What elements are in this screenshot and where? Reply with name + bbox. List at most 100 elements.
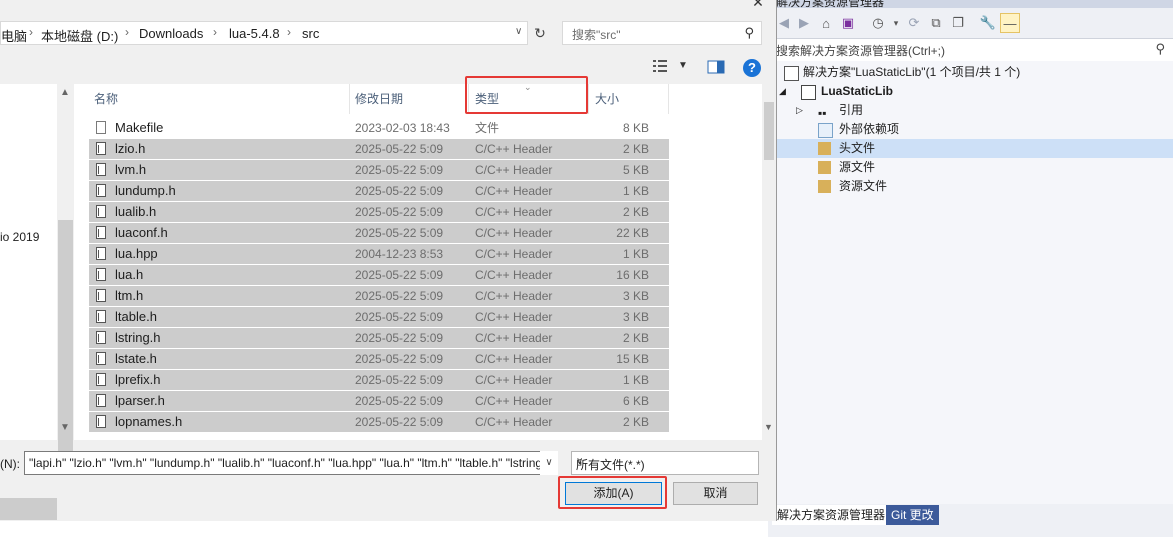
breadcrumb-downloads[interactable]: Downloads (139, 26, 203, 41)
nav-item-selected[interactable] (0, 498, 57, 520)
help-icon[interactable]: ? (743, 59, 761, 77)
tree-item-project[interactable]: ◢ LuaStaticLib (768, 82, 1173, 101)
file-list-scrollbar[interactable]: ▼ (762, 84, 776, 440)
pending-changes-filter-icon[interactable]: ◷ (868, 13, 888, 33)
column-divider[interactable] (468, 84, 469, 114)
file-row[interactable]: lzio.h 2025-05-22 5:09 C/C++ Header 2 KB (89, 139, 669, 159)
tree-item-label: 源文件 (839, 160, 876, 174)
preview-selected-icon[interactable]: — (1000, 13, 1020, 33)
tab-solution-explorer[interactable]: 解决方案资源管理器 (772, 505, 891, 525)
breadcrumb-separator-icon[interactable]: › (287, 25, 291, 39)
column-header-size[interactable]: 大小 (595, 84, 619, 114)
header-file-icon (96, 163, 106, 176)
file-row[interactable]: lprefix.h 2025-05-22 5:09 C/C++ Header 1 KB (89, 370, 669, 390)
scrollbar-thumb[interactable] (764, 102, 774, 160)
column-header-name[interactable]: 名称 (94, 84, 118, 114)
search-icon[interactable]: ⚲ (1155, 41, 1165, 57)
file-row[interactable]: lopnames.h 2025-05-22 5:09 C/C++ Header 2 K… (89, 412, 669, 432)
refresh-icon[interactable]: ↻ (529, 21, 551, 45)
tree-item-resource-files[interactable]: 资源文件 (768, 177, 1173, 196)
tree-item-header-files[interactable]: 头文件 (768, 139, 1173, 158)
view-options-dropdown-icon[interactable]: ▼ (678, 60, 688, 71)
file-name: lualib.h (115, 204, 157, 219)
column-divider[interactable] (588, 84, 589, 114)
search-icon[interactable]: ⚲ (744, 25, 754, 41)
file-row[interactable]: ltm.h 2025-05-22 5:09 C/C++ Header 3 KB (89, 286, 669, 306)
file-date: 2025-05-22 5:09 (355, 142, 444, 156)
home-icon[interactable]: ⌂ (816, 13, 836, 33)
file-type: C/C++ Header (475, 268, 553, 282)
sync-icon[interactable]: ⟳ (904, 13, 924, 33)
breadcrumb-separator-icon[interactable]: › (213, 25, 217, 39)
file-type: C/C++ Header (475, 310, 553, 324)
file-row[interactable]: luaconf.h 2025-05-22 5:09 C/C++ Header 22 K… (89, 223, 669, 243)
references-icon: ▪▪ (818, 106, 827, 120)
breadcrumb-separator-icon[interactable]: › (125, 25, 129, 39)
header-file-icon (96, 289, 106, 302)
breadcrumb-separator-icon[interactable]: › (29, 25, 33, 39)
file-row[interactable]: lundump.h 2025-05-22 5:09 C/C++ Header 1 KB (89, 181, 669, 201)
collapse-all-icon[interactable]: ⧉ (926, 13, 946, 33)
switch-views-icon[interactable]: ▣ (838, 13, 858, 33)
scroll-up-icon[interactable]: ▲ (60, 87, 70, 98)
filename-history-dropdown-icon[interactable]: ∨ (540, 451, 558, 475)
file-row[interactable]: lstring.h 2025-05-22 5:09 C/C++ Header 2 KB (89, 328, 669, 348)
change-view-icon[interactable] (652, 59, 668, 75)
breadcrumb-src[interactable]: src (302, 26, 319, 41)
file-row[interactable]: Makefile 2023-02-03 18:43 文件 8 KB (89, 118, 669, 138)
file-size: 3 KB (622, 289, 649, 303)
add-button[interactable]: 添加(A) (565, 482, 662, 505)
file-name: lua.h (115, 267, 144, 282)
file-size: 2 KB (622, 205, 649, 219)
file-name: lzio.h (115, 141, 146, 156)
file-row[interactable]: lparser.h 2025-05-22 5:09 C/C++ Header 6 KB (89, 391, 669, 411)
file-row[interactable]: lvm.h 2025-05-22 5:09 C/C++ Header 5 KB (89, 160, 669, 180)
file-type-filter-select[interactable]: 所有文件(*.*) ∨ (571, 451, 759, 475)
address-history-dropdown-icon[interactable]: ∨ (515, 26, 522, 37)
forward-icon[interactable]: ▶ (794, 13, 814, 33)
file-name: Makefile (115, 120, 164, 135)
column-header-type[interactable]: 类型 (475, 84, 499, 114)
file-name: lstring.h (115, 330, 161, 345)
tree-item-references[interactable]: ▷ ▪▪ 引用 (768, 101, 1173, 120)
file-row[interactable]: lua.hpp 2004-12-23 8:53 C/C++ Header 1 KB (89, 244, 669, 264)
file-row[interactable]: lstate.h 2025-05-22 5:09 C/C++ Header 15 KB (89, 349, 669, 369)
nav-item-visual-studio[interactable]: io 2019 (0, 230, 39, 244)
back-icon[interactable]: ◀ (774, 13, 794, 33)
header-file-icon (96, 331, 106, 344)
tree-item-solution[interactable]: 解决方案"LuaStaticLib"(1 个项目/共 1 个) (768, 63, 1173, 82)
breadcrumb-this-pc[interactable]: 电脑 (1, 26, 27, 45)
column-header-date[interactable]: 修改日期 (355, 84, 403, 114)
properties-wrench-icon[interactable]: 🔧 (978, 13, 998, 33)
filter-folder-icon (818, 161, 831, 174)
breadcrumb-drive[interactable]: 本地磁盘 (D:) (41, 26, 118, 45)
tab-git-changes[interactable]: Git 更改 (886, 505, 939, 525)
filter-dropdown-icon[interactable]: ▾ (886, 13, 906, 33)
file-row[interactable]: ltable.h 2025-05-22 5:09 C/C++ Header 3 KB (89, 307, 669, 327)
file-size: 8 KB (622, 121, 649, 135)
column-divider[interactable] (349, 84, 350, 114)
folder-search-input[interactable]: 搜索"src" ⚲ (562, 21, 762, 45)
tree-item-external-deps[interactable]: 外部依赖项 (768, 120, 1173, 139)
cancel-button[interactable]: 取消 (673, 482, 758, 505)
tree-item-source-files[interactable]: 源文件 (768, 158, 1173, 177)
collapse-arrow-icon[interactable]: ▷ (796, 101, 803, 120)
expand-arrow-icon[interactable]: ◢ (779, 82, 786, 101)
scroll-down-icon[interactable]: ▼ (764, 422, 773, 432)
filter-folder-icon (818, 180, 831, 193)
filename-input[interactable]: "lapi.h" "lzio.h" "lvm.h" "lundump.h" "l… (24, 451, 558, 475)
address-bar[interactable]: 电脑 › 本地磁盘 (D:) › Downloads › lua-5.4.8 ›… (0, 21, 528, 45)
close-icon[interactable]: ✕ (748, 0, 768, 14)
preview-pane-icon[interactable] (707, 60, 725, 74)
show-all-files-icon[interactable]: ❐ (948, 13, 968, 33)
external-deps-icon (818, 123, 833, 138)
column-divider[interactable] (668, 84, 669, 114)
solution-explorer-search-input[interactable]: 搜索解决方案资源管理器(Ctrl+;) ⚲ (768, 38, 1173, 62)
file-row[interactable]: lualib.h 2025-05-22 5:09 C/C++ Header 2 KB (89, 202, 669, 222)
file-type: C/C++ Header (475, 226, 553, 240)
file-row[interactable]: lua.h 2025-05-22 5:09 C/C++ Header 16 KB (89, 265, 669, 285)
navigation-scrollbar[interactable]: ▲ ▼ (57, 84, 74, 470)
file-size: 1 KB (622, 184, 649, 198)
breadcrumb-lua[interactable]: lua-5.4.8 (229, 26, 280, 41)
scroll-down-icon[interactable]: ▼ (60, 422, 70, 433)
